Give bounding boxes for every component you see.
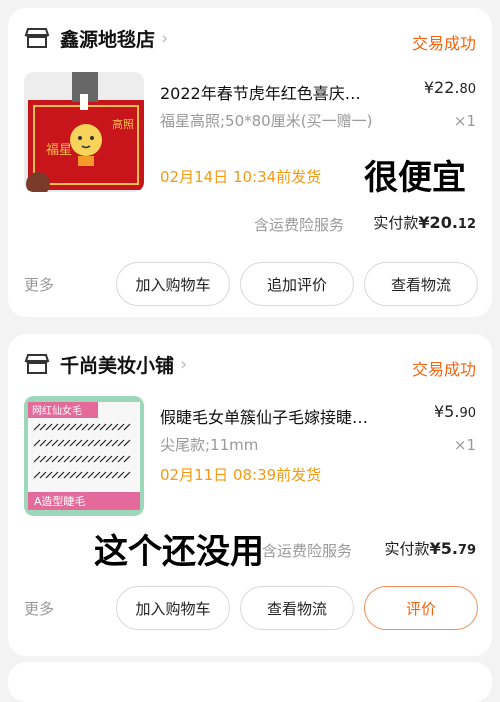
shop-name: 鑫源地毯店 (60, 28, 156, 51)
shop-header[interactable]: 千尚美妆小铺 › (24, 348, 476, 380)
order-status: 交易成功 (411, 360, 476, 379)
paid-total: 实付款¥5.79 (385, 538, 476, 559)
handwritten-note: 这个还没用 (94, 532, 264, 572)
shop-icon (24, 28, 50, 48)
lash-bottom-label: A造型睫毛 (34, 494, 86, 508)
product-title[interactable]: 假睫毛女单簇仙子毛嫁接睫… (160, 404, 400, 428)
order-status: 交易成功 (411, 34, 476, 53)
paid-label: 实付款 (384, 540, 430, 558)
shop-header[interactable]: 鑫源地毯店 › (24, 22, 476, 54)
view-logistics-button[interactable]: 查看物流 (364, 262, 478, 306)
paid-total: 实付款¥20.12 (373, 212, 476, 233)
paid-label: 实付款 (373, 214, 419, 232)
product-thumbnail[interactable]: 网红仙女毛 A造型睫毛 (24, 396, 144, 516)
doormat-left-text: 福星 (46, 143, 72, 158)
item-quantity: ×1 (453, 112, 476, 130)
add-review-button[interactable]: 追加评价 (240, 262, 354, 306)
review-button[interactable]: 评价 (364, 586, 478, 630)
ship-deadline: 02月14日 10:34前发货 (160, 168, 322, 186)
price-cents: 80 (459, 82, 476, 97)
add-to-cart-button[interactable]: 加入购物车 (116, 262, 230, 306)
lash-top-label: 网红仙女毛 (32, 404, 82, 417)
shop-icon (24, 354, 50, 374)
paid-amount: ¥5. (429, 539, 458, 558)
handwritten-note: 很便宜 (364, 158, 466, 198)
freight-insurance: 含运费险服务 (254, 216, 345, 234)
freight-insurance: 含运费险服务 (262, 542, 353, 560)
paid-amount: ¥20. (418, 213, 458, 232)
doormat-image: 福星 高照 (24, 72, 144, 192)
order-card: 鑫源地毯店 › 交易成功 福星 高照 2022年春节虎年红色喜庆… ¥22.80… (8, 8, 492, 317)
product-thumbnail[interactable]: 福星 高照 (24, 72, 144, 192)
price-cents: 90 (459, 406, 476, 421)
doormat-right-text: 高照 (112, 117, 134, 131)
shop-name: 千尚美妆小铺 (60, 354, 175, 377)
price-main: ¥5. (434, 402, 460, 421)
paid-cents: 12 (457, 217, 476, 232)
paid-cents: 79 (457, 543, 476, 558)
item-price: ¥22.80 (424, 78, 476, 97)
product-title[interactable]: 2022年春节虎年红色喜庆… (160, 80, 400, 104)
product-spec: 福星高照;50*80厘米(买一赠一) (160, 112, 373, 130)
chevron-right-icon: › (161, 27, 169, 49)
price-main: ¥22. (423, 78, 460, 97)
chevron-right-icon: › (180, 353, 188, 375)
more-link[interactable]: 更多 (24, 274, 54, 295)
view-logistics-button[interactable]: 查看物流 (240, 586, 354, 630)
ship-deadline: 02月11日 08:39前发货 (160, 466, 322, 484)
next-order-card (8, 662, 492, 702)
more-link[interactable]: 更多 (24, 598, 54, 619)
item-price: ¥5.90 (434, 402, 476, 421)
item-quantity: ×1 (453, 436, 476, 454)
add-to-cart-button[interactable]: 加入购物车 (116, 586, 230, 630)
lash-product-image: 网红仙女毛 A造型睫毛 (24, 396, 144, 516)
product-spec: 尖尾款;11mm (160, 436, 259, 454)
order-card: 千尚美妆小铺 › 交易成功 网红仙女毛 A造型睫毛 假睫毛女单簇仙子毛嫁接睫… … (8, 334, 492, 656)
